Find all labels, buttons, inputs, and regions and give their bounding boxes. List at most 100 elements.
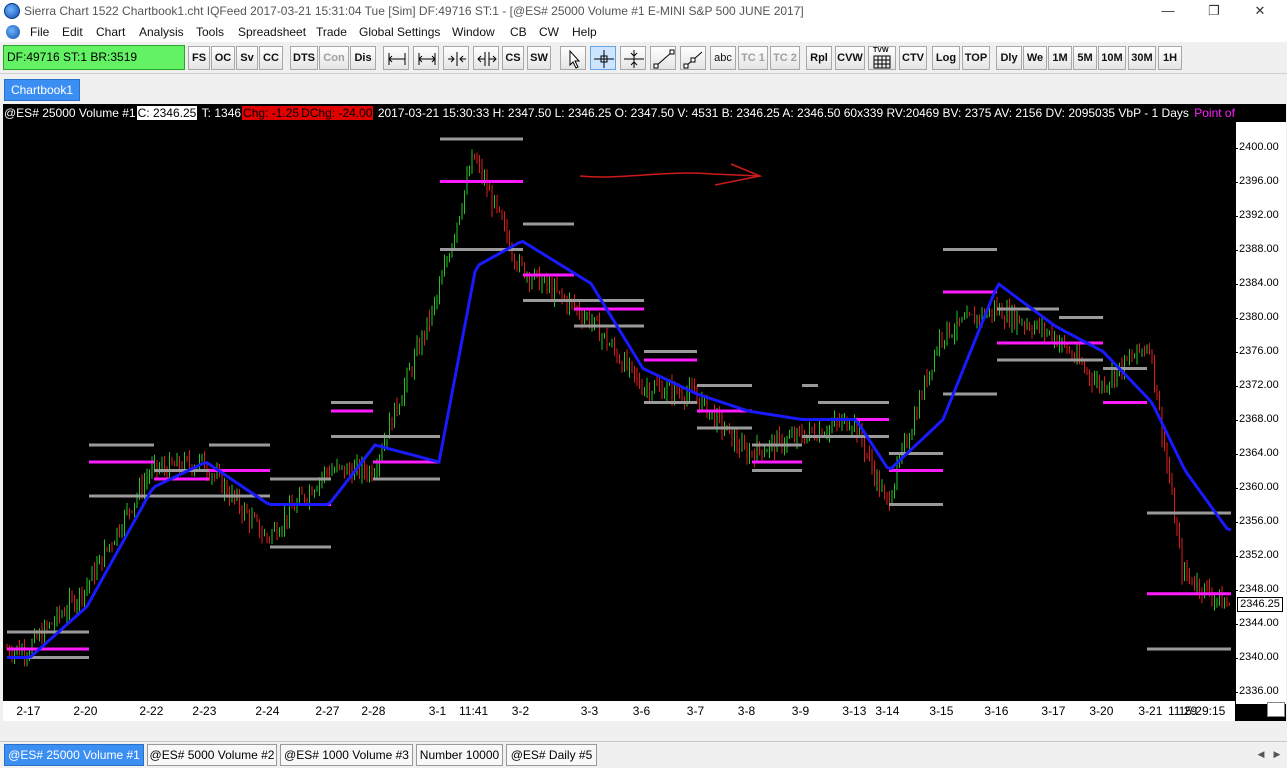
time-axis[interactable]: 2-17 2-20 2-22 2-23 2-24 2-27 2-28 3-1 11:41 3-2 3… <box>3 700 1235 721</box>
price-tick-label: 2364.00 <box>1235 447 1286 459</box>
tab-scroll-right-icon[interactable]: ▶ <box>1270 747 1284 761</box>
oc-button[interactable]: OC <box>211 46 235 70</box>
time-tick-label: 3-2 <box>511 704 530 718</box>
menu-global-settings[interactable]: Global Settings <box>359 25 440 39</box>
menu-spreadsheet[interactable]: Spreadsheet <box>238 25 306 39</box>
chartbook-tab-strip: Chartbook1 <box>0 74 1287 104</box>
1h-button[interactable]: 1H <box>1158 46 1182 70</box>
chart-region[interactable]: @ES# 25000 Volume #1 C: 2346.25 T: 1346 Ch… <box>3 104 1286 721</box>
time-tick-label: 15:29:15 <box>1178 704 1226 718</box>
chart-tab-bar: @ES# 25000 Volume #1 @ES# 5000 Volume #2… <box>0 741 1287 768</box>
scale-left-icon <box>388 53 406 65</box>
ray-icon <box>683 51 703 69</box>
time-tick-label: 3-9 <box>791 704 810 718</box>
cvw-button[interactable]: CVW <box>835 46 865 70</box>
tab-chart-2-label: @ES# 5000 Volume #2 <box>149 748 275 762</box>
price-tick-label: 2372.00 <box>1235 379 1286 391</box>
crosshair-button[interactable] <box>590 46 616 70</box>
sw-button[interactable]: SW <box>527 46 551 70</box>
horizontal-scroll-area[interactable] <box>0 721 1287 741</box>
window-title: Sierra Chart 1522 Chartbook1.cht IQFeed … <box>24 4 804 18</box>
time-tick-label: 3-1 <box>428 704 447 718</box>
price-tick-label: 2392.00 <box>1235 209 1286 221</box>
dis-button[interactable]: Dis <box>350 46 376 70</box>
rpl-button[interactable]: Rpl <box>806 46 832 70</box>
tc2-button[interactable]: TC 2 <box>770 46 800 70</box>
menu-edit[interactable]: Edit <box>62 25 83 39</box>
tab-chart-4-label: Number 10000 <box>419 748 500 762</box>
data-feed-status[interactable]: DF:49716 ST:1 BR:3519 <box>3 45 185 70</box>
close-icon[interactable]: ✕ <box>1242 0 1278 22</box>
tab-chart-3[interactable]: @ES# 1000 Volume #3 <box>280 744 413 766</box>
price-tick-label: 2388.00 <box>1235 243 1286 255</box>
5m-button[interactable]: 5M <box>1073 46 1097 70</box>
scale-in-button[interactable] <box>443 46 469 70</box>
time-tick-label: 3-6 <box>632 704 651 718</box>
tab-chart-5[interactable]: @ES# Daily #5 <box>506 744 597 766</box>
price-tick-label: 2340.00 <box>1235 651 1286 663</box>
time-tick-label: 2-27 <box>315 704 340 718</box>
menu-trade[interactable]: Trade <box>316 25 347 39</box>
con-button[interactable]: Con <box>319 46 349 70</box>
scale-both-button[interactable] <box>413 46 439 70</box>
ray-tool-button[interactable] <box>680 46 706 70</box>
menu-help[interactable]: Help <box>572 25 597 39</box>
weekly-button[interactable]: We <box>1023 46 1047 70</box>
menu-tools[interactable]: Tools <box>196 25 224 39</box>
time-tick-label: 3-7 <box>686 704 705 718</box>
chart-info-bar: @ES# 25000 Volume #1 C: 2346.25 T: 1346 Ch… <box>3 104 1237 122</box>
tab-chart-1-label: @ES# 25000 Volume #1 <box>8 748 140 762</box>
menu-window[interactable]: Window <box>452 25 495 39</box>
cs-button[interactable]: CS <box>502 46 524 70</box>
ctv-button[interactable]: CTV <box>899 46 927 70</box>
cc-button[interactable]: CC <box>259 46 283 70</box>
minimize-icon[interactable]: — <box>1150 0 1186 22</box>
info-daily-change: DChg: -24.00 <box>300 106 374 120</box>
1m-button[interactable]: 1M <box>1048 46 1072 70</box>
price-chart[interactable] <box>3 104 1235 700</box>
menu-cw[interactable]: CW <box>539 25 559 39</box>
time-axis-button[interactable] <box>1267 702 1285 717</box>
menu-chart[interactable]: Chart <box>96 25 125 39</box>
time-tick-label: 11:41 <box>459 704 489 718</box>
price-axis[interactable]: 2400.00 2396.00 2392.00 2388.00 2384.00 2380.… <box>1235 122 1286 704</box>
tab-chart-1[interactable]: @ES# 25000 Volume #1 <box>4 744 144 766</box>
scale-out-button[interactable] <box>473 46 499 70</box>
tab-scroll-left-icon[interactable]: ◀ <box>1254 747 1268 761</box>
tpo-grid-button[interactable]: TVW <box>868 46 896 70</box>
info-symbol: @ES# 25000 Volume #1 <box>4 106 136 120</box>
sv-button[interactable]: Sv <box>236 46 258 70</box>
fs-button[interactable]: FS <box>188 46 210 70</box>
info-point-of-control: Point of Control: 2347.5 <box>1194 106 1237 120</box>
time-tick-label: 3-3 <box>580 704 599 718</box>
10m-button[interactable]: 10M <box>1098 46 1126 70</box>
menu-bar: File Edit Chart Analysis Tools Spreadshe… <box>0 22 1287 57</box>
menu-cb[interactable]: CB <box>510 25 527 39</box>
time-tick-label: 3-20 <box>1089 704 1114 718</box>
menu-file[interactable]: File <box>30 25 49 39</box>
pointer-button[interactable] <box>560 46 586 70</box>
log-button[interactable]: Log <box>932 46 960 70</box>
line-tool-button[interactable] <box>650 46 676 70</box>
time-tick-label: 2-17 <box>16 704 41 718</box>
dts-button[interactable]: DTS <box>290 46 318 70</box>
scale-out-icon <box>477 52 497 66</box>
tc1-button[interactable]: TC 1 <box>738 46 768 70</box>
calc-crosshair-button[interactable] <box>620 46 646 70</box>
document-icon[interactable] <box>6 25 20 39</box>
daily-button[interactable]: Dly <box>996 46 1022 70</box>
scale-left-button[interactable] <box>383 46 409 70</box>
app-icon <box>4 3 20 19</box>
price-tick-label: 2352.00 <box>1235 549 1286 561</box>
time-tick-label: 3-17 <box>1041 704 1066 718</box>
30m-button[interactable]: 30M <box>1128 46 1156 70</box>
top-button[interactable]: TOP <box>962 46 990 70</box>
tab-chart-4[interactable]: Number 10000 <box>416 744 503 766</box>
menu-analysis[interactable]: Analysis <box>139 25 184 39</box>
restore-icon[interactable]: ❐ <box>1196 0 1232 22</box>
tab-chart-2[interactable]: @ES# 5000 Volume #2 <box>147 744 277 766</box>
text-tool-button[interactable]: abc <box>710 46 736 70</box>
chartbook-tab[interactable]: Chartbook1 <box>4 79 80 101</box>
price-tick-label: 2380.00 <box>1235 311 1286 323</box>
price-tick-label: 2376.00 <box>1235 345 1286 357</box>
